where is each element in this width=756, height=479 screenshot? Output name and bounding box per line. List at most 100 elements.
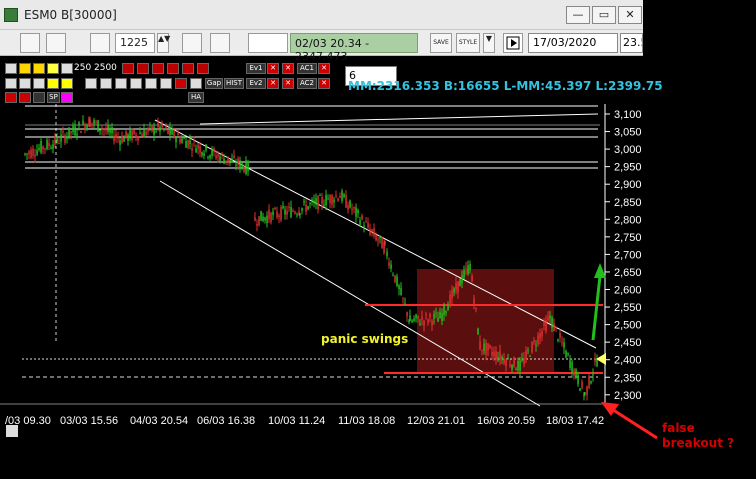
candle-body-264 bbox=[553, 323, 555, 332]
up-arrow-icon[interactable] bbox=[5, 78, 17, 89]
ev1-close-icon[interactable]: ✕ bbox=[267, 63, 279, 74]
candle-body-166 bbox=[359, 220, 361, 225]
candle-body-146 bbox=[319, 195, 321, 197]
tool-icon-6[interactable] bbox=[85, 78, 97, 89]
save-icon[interactable] bbox=[20, 33, 40, 53]
save-style-button[interactable]: SAVE bbox=[430, 33, 452, 53]
ac2-close-icon[interactable]: ✕ bbox=[318, 78, 330, 89]
ac1-close-icon[interactable]: ✕ bbox=[318, 63, 330, 74]
play-icon[interactable] bbox=[503, 33, 523, 53]
candle-body-3 bbox=[30, 149, 32, 158]
period-a: 250 bbox=[74, 63, 92, 73]
color-swatch-yellow-3[interactable] bbox=[47, 63, 59, 74]
ev1-button[interactable]: Ev1 bbox=[246, 63, 266, 74]
ev2-close-icon-2[interactable]: ✕ bbox=[282, 78, 294, 89]
candle-body-248 bbox=[521, 358, 523, 361]
corner-icon bbox=[6, 425, 18, 437]
color-swatch-yellow-2[interactable] bbox=[33, 63, 45, 74]
red-button-1[interactable] bbox=[122, 63, 134, 74]
ev2-button[interactable]: Ev2 bbox=[246, 78, 266, 89]
tool-icon-5[interactable] bbox=[61, 78, 73, 89]
candle-body-240 bbox=[505, 359, 507, 367]
candle-body-25 bbox=[74, 125, 76, 136]
candle-body-67 bbox=[157, 122, 159, 127]
candle-body-196 bbox=[417, 315, 419, 319]
date-input[interactable]: 17/03/2020 bbox=[528, 33, 618, 53]
tool-icon-9[interactable] bbox=[130, 78, 142, 89]
number-input[interactable]: 23.5 bbox=[620, 33, 643, 53]
tool-icon-7[interactable] bbox=[100, 78, 112, 89]
candle-body-63 bbox=[149, 124, 151, 126]
ev1-close-icon-2[interactable]: ✕ bbox=[282, 63, 294, 74]
time-tick-1: 03/03 15.56 bbox=[60, 415, 118, 427]
candle-body-9 bbox=[42, 146, 44, 150]
chart-type-icon[interactable] bbox=[46, 33, 66, 53]
red-button-3[interactable] bbox=[152, 63, 164, 74]
candle-body-278 bbox=[581, 381, 583, 389]
calculator-icon[interactable] bbox=[90, 33, 110, 53]
candle-body-174 bbox=[375, 235, 377, 241]
candle-body-149 bbox=[325, 194, 327, 206]
candle-body-161 bbox=[349, 200, 351, 208]
ac1-button[interactable]: AC1 bbox=[297, 63, 317, 74]
brush-icon[interactable] bbox=[61, 63, 73, 74]
candle-body-27 bbox=[78, 122, 80, 126]
candle-body-75 bbox=[173, 129, 175, 138]
blank-field[interactable] bbox=[248, 33, 288, 53]
candle-body-76 bbox=[175, 138, 177, 143]
tool-icon-4[interactable] bbox=[47, 78, 59, 89]
style-button[interactable]: STYLE bbox=[456, 33, 480, 53]
candle-body-104 bbox=[231, 158, 233, 163]
candle-body-152 bbox=[331, 195, 333, 205]
tool-icon-3[interactable] bbox=[33, 78, 45, 89]
red-button-5[interactable] bbox=[182, 63, 194, 74]
candle-body-31 bbox=[86, 124, 88, 129]
candle-body-236 bbox=[497, 356, 499, 361]
tool-icon-11[interactable] bbox=[160, 78, 172, 89]
ac2-button[interactable]: AC2 bbox=[297, 78, 317, 89]
candle-body-235 bbox=[495, 351, 497, 360]
candle-body-40 bbox=[103, 128, 105, 131]
hist-button[interactable]: HIST bbox=[224, 78, 244, 89]
style-dropdown-icon[interactable]: ▼ bbox=[483, 33, 495, 53]
pencil-icon[interactable] bbox=[5, 63, 17, 74]
red-button-6[interactable] bbox=[197, 63, 209, 74]
candle-body-280 bbox=[584, 392, 586, 394]
tool-icon-8[interactable] bbox=[115, 78, 127, 89]
candle-body-271 bbox=[567, 353, 569, 355]
restore-button[interactable]: ▭ bbox=[592, 6, 616, 24]
chart-window: ESM0 B[30000] — ▭ ✕ 1225 ▲▼ 02/03 20.34 … bbox=[0, 0, 663, 479]
candle-body-117 bbox=[262, 216, 264, 222]
red-button-4[interactable] bbox=[167, 63, 179, 74]
ev2-close-icon[interactable]: ✕ bbox=[267, 78, 279, 89]
candle-body-5 bbox=[34, 154, 36, 157]
candle-body-260 bbox=[545, 320, 547, 332]
tool-icon-10[interactable] bbox=[145, 78, 157, 89]
tool-icon-12[interactable] bbox=[175, 78, 187, 89]
red-button-2[interactable] bbox=[137, 63, 149, 74]
quantity-input[interactable]: 1225 bbox=[115, 33, 155, 53]
candle-body-11 bbox=[46, 139, 48, 150]
candle-body-242 bbox=[509, 364, 511, 367]
sound-icon[interactable] bbox=[210, 33, 230, 53]
candle-body-115 bbox=[258, 216, 260, 226]
candle-body-68 bbox=[159, 126, 161, 132]
price-chart[interactable]: 3,100 3,050 3,000 2,950 2,900 2,850 2,800 2,750… bbox=[0, 99, 643, 479]
candle-body-89 bbox=[201, 152, 203, 156]
candle-body-150 bbox=[327, 198, 329, 200]
close-button[interactable]: ✕ bbox=[618, 6, 642, 24]
candle-body-45 bbox=[113, 135, 115, 142]
candle-body-217 bbox=[459, 279, 461, 287]
candle-body-214 bbox=[453, 288, 455, 293]
gap-button[interactable]: Gap bbox=[205, 78, 223, 89]
candle-body-227 bbox=[479, 341, 481, 350]
draw-tool-icon[interactable] bbox=[182, 33, 202, 53]
color-swatch-yellow[interactable] bbox=[19, 63, 31, 74]
candle-body-182 bbox=[390, 264, 392, 269]
tool-icon-2[interactable] bbox=[19, 78, 31, 89]
tool-icon-13[interactable] bbox=[190, 78, 202, 89]
quantity-stepper[interactable]: ▲▼ bbox=[157, 33, 170, 53]
minimize-button[interactable]: — bbox=[566, 6, 590, 24]
candle-body-185 bbox=[396, 276, 398, 287]
candle-body-199 bbox=[423, 320, 425, 326]
